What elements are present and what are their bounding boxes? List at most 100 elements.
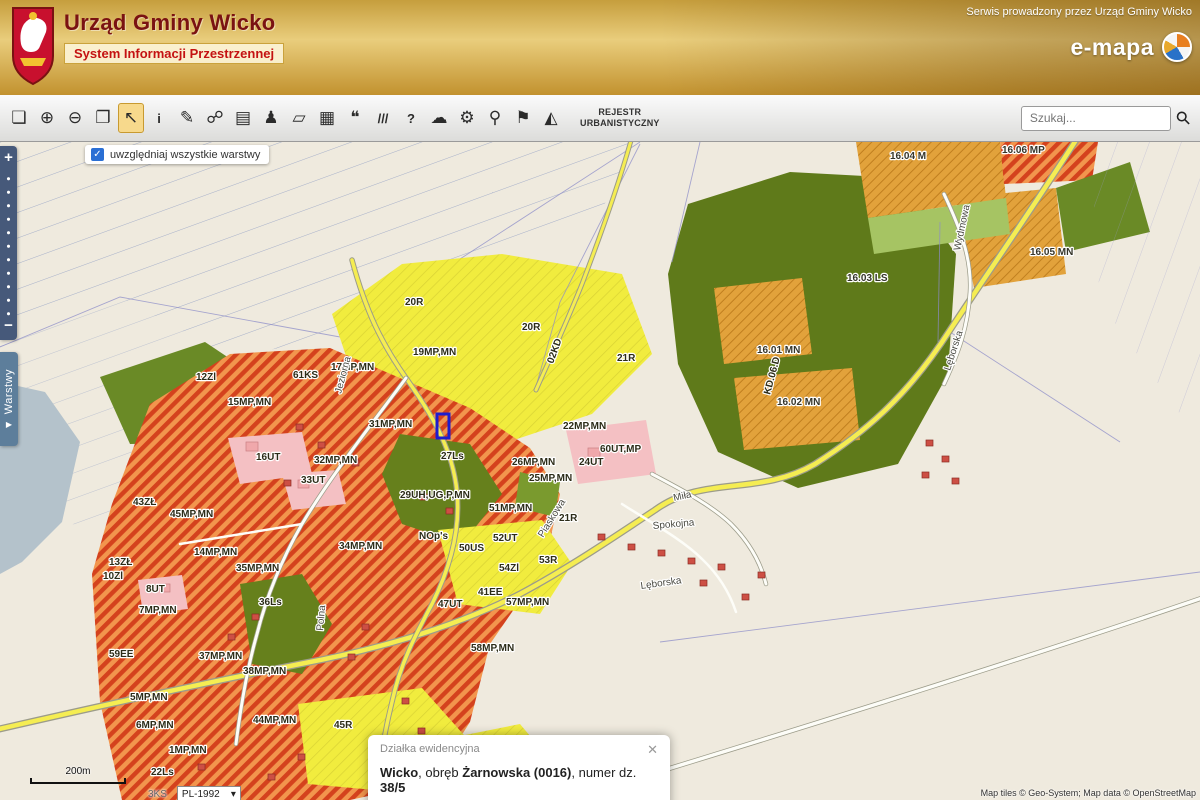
map-label: 37MP,MN [199,651,242,662]
map-label: 43ZŁ [133,497,156,508]
app-subtitle: System Informacji Przestrzennej [64,43,284,64]
map-label: 29UH,UG,P,MN [400,490,470,501]
map-label: 26MP,MN [512,457,555,468]
map-label: 10Zl [103,571,123,582]
map-label: 36Ls [259,597,282,608]
settings-icon[interactable]: ⚙ [454,103,480,133]
zoom-out-icon[interactable]: ⊖ [62,103,88,133]
map-label: 12Zl [196,372,216,383]
layers-panel-tab[interactable]: Warstwy ▶ [0,352,18,446]
map-label: 57MP,MN [506,597,549,608]
map-label: 51MP,MN [489,503,532,514]
map-label: 16.06 MP [1002,145,1045,156]
map-label: 50US [459,543,484,554]
zoom-control[interactable]: + − [0,146,17,340]
zoom-in-icon[interactable]: ⊕ [34,103,60,133]
parcel-town: Wicko [380,765,418,780]
map-label: 41EE [478,587,503,598]
parcel-info-popup: Działka ewidencyjna ✕ Wicko, obręb Żarno… [368,735,670,800]
map-label: 16.03 LS [847,273,888,284]
all-layers-checkbox[interactable]: ✓ [91,148,104,161]
rejestr-line2: URBANISTYCZNY [580,118,660,129]
search-icon[interactable]: ⚲ [1171,106,1195,130]
search-input[interactable] [1021,106,1171,131]
streetview-icon[interactable]: ♟ [258,103,284,133]
map-label: 45R [334,720,353,731]
zoom-out-button[interactable]: − [4,316,13,336]
link-icon[interactable]: ☍ [202,103,228,133]
parcel-description: Wicko, obręb Żarnowska (0016), numer dz.… [380,765,658,795]
map-label: 20R [405,297,424,308]
map-viewport[interactable]: 20R20R21R12Zl15MP,MN61KS17MP,MN19MP,MN31… [0,142,1200,800]
map-label: 20R [522,322,541,333]
comment-icon[interactable]: ❝ [342,103,368,133]
parcel-number: 38/5 [380,780,405,795]
map-label: 21R [559,513,578,524]
coat-of-arms-logo [10,6,56,91]
map-search-icon[interactable]: ⚲ [482,103,508,133]
map-label: 53R [539,555,558,566]
panels-icon[interactable]: ▦ [314,103,340,133]
zoom-in-button[interactable]: + [4,148,13,168]
map-label: 1MP,MN [169,745,207,756]
map-canvas[interactable]: 20R20R21R12Zl15MP,MN61KS17MP,MN19MP,MN31… [0,142,1200,800]
map-label: 61KS [293,370,318,381]
status-code: 3KS [148,789,167,800]
map-label: 8UT [146,584,165,595]
close-icon[interactable]: ✕ [647,743,658,756]
map-label: 24UT [579,457,603,468]
map-label: 25MP,MN [529,473,572,484]
help-icon[interactable]: ? [398,103,424,133]
flag-icon[interactable]: ⚑ [510,103,536,133]
print-icon[interactable]: ▤ [230,103,256,133]
emapa-brand[interactable]: e-mapa [1070,34,1154,61]
upload-icon[interactable]: ☁ [426,103,452,133]
layers-icon[interactable]: ❏ [6,103,32,133]
map-label: 7MP,MN [139,605,177,616]
map-label: 16UT [256,452,280,463]
measure-icon[interactable]: ✎ [174,103,200,133]
map-label: 16.01 MN [757,345,800,356]
all-layers-chip: ✓ uwzględniaj wszystkie warstwy [85,145,269,164]
layers-tab-label: Warstwy [3,369,15,414]
projection-select[interactable]: PL-1992 ▾ [177,786,241,800]
map-label: 16.02 MN [777,397,820,408]
service-note: Serwis prowadzony przez Urząd Gminy Wick… [966,6,1192,18]
emapa-globe-icon[interactable] [1162,32,1192,62]
map-label: 45MP,MN [170,509,213,520]
select-area-icon[interactable]: ❐ [90,103,116,133]
app-title: Urząd Gminy Wicko [64,10,284,36]
hatch-icon[interactable]: /// [370,103,396,133]
scale-bar: 200m [30,766,126,784]
header: Urząd Gminy Wicko System Informacji Prze… [0,0,1200,95]
map-label: 14MP,MN [194,547,237,558]
map-label: 33UT [301,475,325,486]
scale-label: 200m [30,766,126,777]
map-label: 27Ls [441,451,464,462]
map-label: 34MP,MN [339,541,382,552]
map-label: 19MP,MN [413,347,456,358]
map-label: 17MP,MN [331,362,374,373]
app-window: Urząd Gminy Wicko System Informacji Prze… [0,0,1200,800]
chevron-down-icon: ▾ [231,789,236,800]
zoom-level-slider[interactable] [0,168,17,316]
transform-icon[interactable]: ▱ [286,103,312,133]
map-label: 35MP,MN [236,563,279,574]
map-label: 47UT [438,599,462,610]
map-label: 38MP,MN [243,666,286,677]
info-icon[interactable]: i [146,103,172,133]
toolbar: ❏⊕⊖❐↖i✎☍▤♟▱▦❝///?☁⚙⚲⚑◭ REJESTR URBANISTY… [0,95,1200,142]
map-label: 6MP,MN [136,720,174,731]
map-label: 16.05 MN [1030,247,1073,258]
rejestr-urbanistyczny-button[interactable]: REJESTR URBANISTYCZNY [574,104,666,133]
map-label: 15MP,MN [228,397,271,408]
map-label: 52UT [493,533,517,544]
map-label: 22MP,MN [563,421,606,432]
popup-title: Działka ewidencyjna [380,743,480,755]
cursor-icon[interactable]: ↖ [118,103,144,133]
scale-line [30,778,126,784]
projection-value: PL-1992 [182,789,220,800]
angle-icon[interactable]: ◭ [538,103,564,133]
map-label: 60UT,MP [600,444,641,455]
map-label: 16.04 M [890,151,926,162]
